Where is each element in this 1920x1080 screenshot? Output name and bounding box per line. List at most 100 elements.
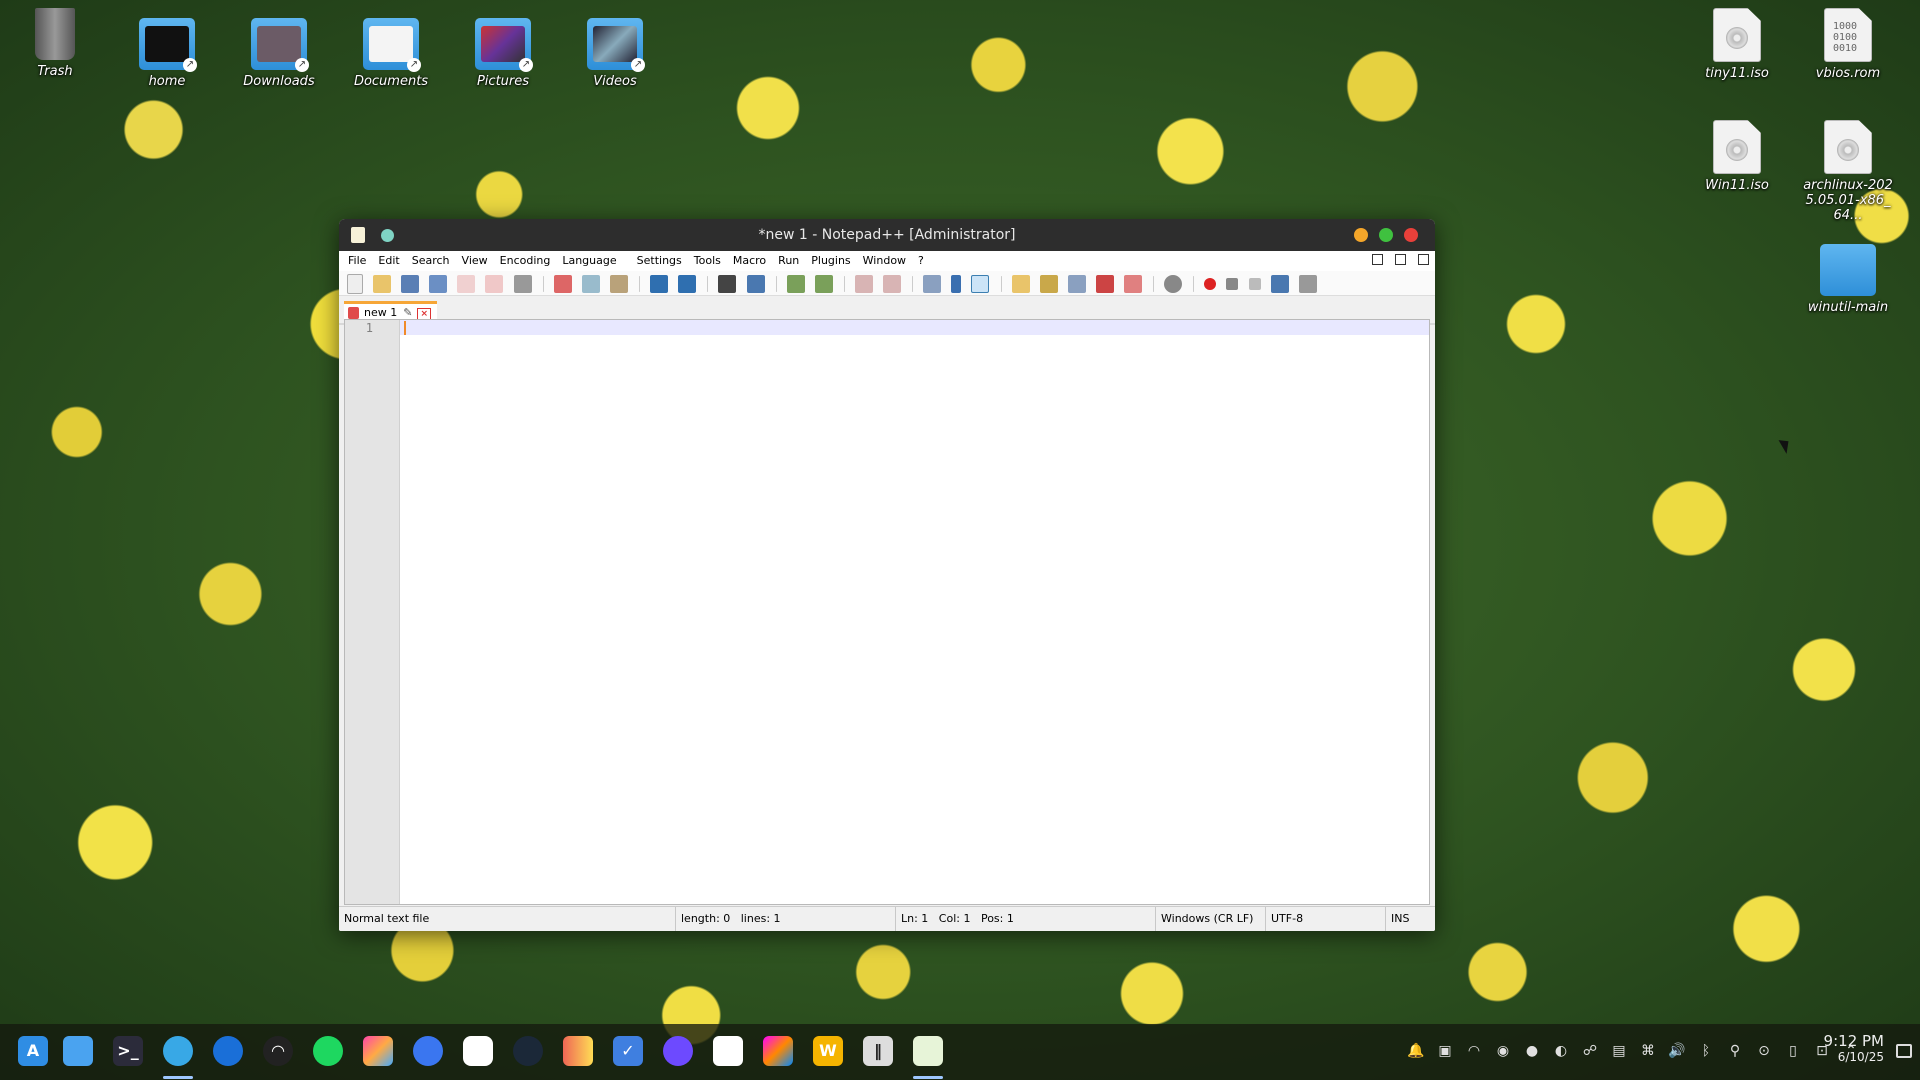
play-macro-icon[interactable] — [1248, 277, 1261, 290]
jetbrains-icon[interactable] — [763, 1036, 793, 1066]
notepadpp-window[interactable]: *new 1 - Notepad++ [Administrator] File E… — [339, 219, 1435, 931]
menu-file[interactable]: File — [339, 251, 372, 267]
spotify-icon[interactable] — [313, 1036, 343, 1066]
maximize-button[interactable] — [1379, 228, 1393, 242]
mdi-restore-button[interactable] — [1395, 254, 1406, 265]
define-language-icon[interactable] — [1011, 274, 1030, 293]
terminal-icon[interactable]: >_ — [113, 1036, 143, 1066]
open-file-icon[interactable] — [373, 274, 392, 293]
zoom-out-icon[interactable] — [814, 274, 833, 293]
status-insert-mode[interactable]: INS — [1385, 907, 1435, 931]
menu-settings[interactable]: Settings — [631, 251, 688, 267]
sync-horizontal-icon[interactable] — [883, 274, 902, 293]
cut-icon[interactable] — [553, 274, 572, 293]
close-all-icon[interactable] — [485, 274, 504, 293]
desktop-icon-archlinux-iso[interactable]: archlinux-2025.05.01-x86_64... — [1803, 120, 1893, 223]
mouse-icon[interactable]: ⊙ — [1755, 1042, 1773, 1060]
monitoring-icon[interactable] — [1124, 274, 1142, 293]
menu-run[interactable]: Run — [772, 251, 805, 267]
new-file-icon[interactable] — [347, 273, 363, 294]
bluetooth-icon[interactable]: ᛒ — [1697, 1042, 1715, 1060]
tasks-icon[interactable]: ✓ — [613, 1036, 643, 1066]
desktop-icon-winutil-main[interactable]: winutil-main — [1803, 244, 1893, 315]
vscode-icon[interactable] — [713, 1036, 743, 1066]
app-store-icon[interactable]: A — [18, 1036, 48, 1066]
heroic-icon[interactable]: ‖ — [863, 1036, 893, 1066]
word-wrap-icon[interactable] — [923, 274, 942, 293]
notepadpp-icon[interactable] — [913, 1036, 943, 1066]
desktop-icon-win11-iso[interactable]: Win11.iso — [1692, 120, 1782, 193]
menu-encoding[interactable]: Encoding — [494, 251, 557, 267]
browser-icon[interactable] — [163, 1036, 193, 1066]
minimize-button[interactable] — [1354, 228, 1368, 242]
menu-search[interactable]: Search — [406, 251, 456, 267]
copy-icon[interactable] — [581, 274, 600, 293]
office-icon[interactable] — [563, 1036, 593, 1066]
stop-record-icon[interactable] — [1226, 277, 1239, 290]
folder-as-workspace-icon[interactable] — [1095, 274, 1114, 293]
print-icon[interactable] — [513, 274, 532, 293]
menu-help[interactable]: ? — [912, 251, 930, 267]
paste-icon[interactable] — [609, 274, 628, 293]
indent-guide-icon[interactable] — [971, 274, 990, 293]
menu-language[interactable]: Language — [556, 251, 622, 267]
volume-icon[interactable]: 🔊 — [1668, 1042, 1686, 1060]
window-titlebar[interactable]: *new 1 - Notepad++ [Administrator] — [339, 219, 1435, 251]
editor-area[interactable]: 1 — [344, 319, 1430, 905]
steam-tray-icon[interactable]: ◐ — [1552, 1042, 1570, 1060]
wps-icon[interactable]: W — [813, 1036, 843, 1066]
show-desktop-button[interactable] — [1896, 1044, 1912, 1058]
desktop-icon-videos[interactable]: ↗ Videos — [570, 18, 660, 89]
function-list-icon[interactable] — [1067, 274, 1086, 293]
redo-icon[interactable] — [678, 274, 697, 293]
location-icon[interactable]: ⚲ — [1726, 1042, 1744, 1060]
undo-icon[interactable] — [650, 274, 669, 293]
close-file-icon[interactable] — [457, 274, 476, 293]
find-icon[interactable] — [718, 274, 737, 293]
desktop-icon-vbios-rom[interactable]: 1000 0100 0010 vbios.rom — [1803, 8, 1893, 81]
chromium-icon[interactable] — [463, 1036, 493, 1066]
desktop-icon-pictures[interactable]: ↗ Pictures — [458, 18, 548, 89]
clipboard-icon[interactable]: ▤ — [1610, 1042, 1628, 1060]
save-icon[interactable] — [401, 274, 420, 293]
menu-macro[interactable]: Macro — [727, 251, 772, 267]
sync-vertical-icon[interactable] — [854, 274, 873, 293]
desktop-icon-documents[interactable]: ↗ Documents — [346, 18, 436, 89]
tab-new-1[interactable]: new 1 ✎ × — [344, 301, 437, 321]
mdi-minimize-button[interactable] — [1372, 254, 1383, 265]
pin-tab-icon[interactable]: ✎ — [403, 306, 412, 319]
notifications-icon[interactable]: 🔔 — [1407, 1042, 1425, 1060]
kde-connect-icon[interactable]: ☍ — [1581, 1042, 1599, 1060]
document-map-icon[interactable] — [1039, 274, 1058, 293]
save-all-icon[interactable] — [429, 274, 448, 293]
keyboard-shortcuts-icon[interactable]: ⌘ — [1639, 1042, 1657, 1060]
desktop-icon-trash[interactable]: Trash — [10, 8, 100, 79]
thunderbird-icon[interactable] — [213, 1036, 243, 1066]
macro-icon[interactable] — [1164, 274, 1183, 293]
signal-icon[interactable] — [413, 1036, 443, 1066]
clock[interactable]: 9:12 PM 6/10/25 — [1824, 1032, 1884, 1064]
mdi-close-button[interactable] — [1418, 254, 1429, 265]
files-icon[interactable] — [63, 1036, 93, 1066]
zoom-in-icon[interactable] — [786, 274, 805, 293]
zen-icon[interactable]: ◠ — [263, 1036, 293, 1066]
show-all-chars-icon[interactable] — [951, 274, 962, 293]
close-button[interactable] — [1404, 228, 1418, 242]
desktop-icon-tiny11-iso[interactable]: tiny11.iso — [1692, 8, 1782, 81]
save-macro-icon[interactable] — [1298, 274, 1317, 293]
desktop-icon-downloads[interactable]: ↗ Downloads — [234, 18, 324, 89]
proton-icon[interactable] — [663, 1036, 693, 1066]
menu-edit[interactable]: Edit — [372, 251, 405, 267]
vpn-icon[interactable]: ◉ — [1494, 1042, 1512, 1060]
steam-icon[interactable] — [513, 1036, 543, 1066]
menu-view[interactable]: View — [456, 251, 494, 267]
menu-tools[interactable]: Tools — [688, 251, 727, 267]
record-macro-icon[interactable] — [1204, 277, 1217, 290]
desktop-icon-home[interactable]: ↗ home — [122, 18, 212, 89]
photos-icon[interactable] — [363, 1036, 393, 1066]
display-icon[interactable]: ▣ — [1436, 1042, 1454, 1060]
discord-icon[interactable]: ● — [1523, 1042, 1541, 1060]
zen-tray-icon[interactable]: ◠ — [1465, 1042, 1483, 1060]
battery-icon[interactable]: ▯ — [1784, 1042, 1802, 1060]
replace-icon[interactable] — [746, 274, 765, 293]
